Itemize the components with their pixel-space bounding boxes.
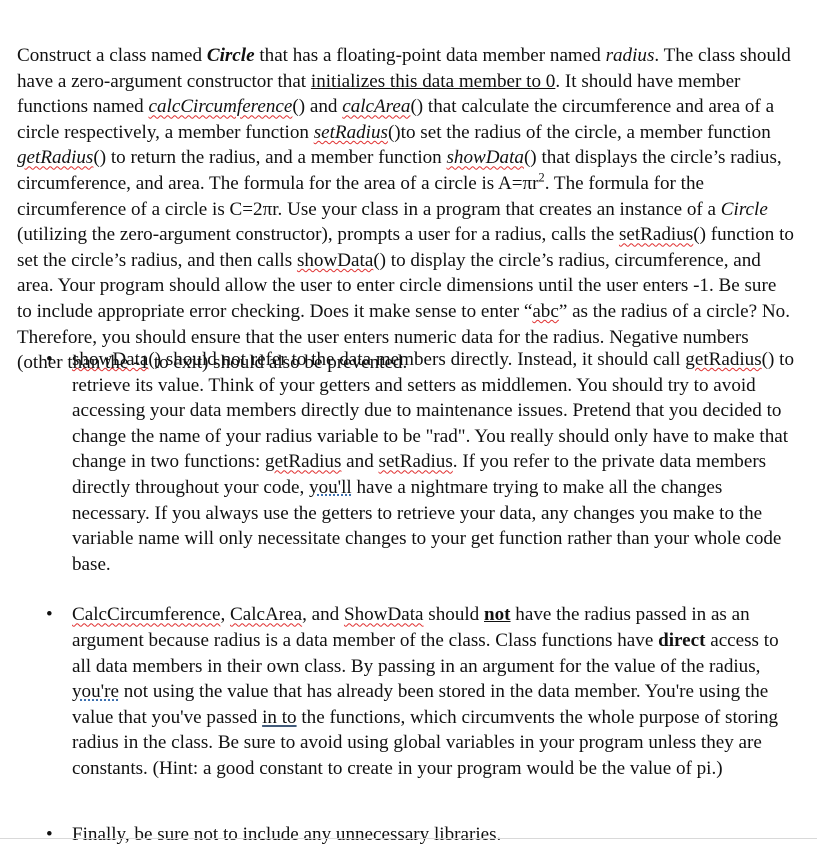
- function-name-setradius: setRadius: [378, 451, 453, 473]
- function-name-getradius: getRadius: [17, 147, 94, 169]
- function-name-getradius: getRadius: [685, 349, 762, 370]
- requirements-bullet-list: • showData() should not refer to the data…: [0, 347, 800, 847]
- text-run: Finally, be sure not to include any unne…: [72, 823, 502, 845]
- underlined-phrase-initializes: initializes this data member to 0: [310, 70, 556, 92]
- text-run: ()to set the radius of the circle, a mem…: [387, 121, 771, 143]
- text-run: () to return the radius, and a member fu…: [93, 147, 447, 169]
- text-run: ,: [220, 604, 230, 626]
- assignment-description-paragraph: Construct a class named Circle that has …: [17, 43, 794, 376]
- page-bottom-divider: [0, 838, 817, 839]
- phrase-in-to: in to: [262, 706, 297, 728]
- function-name-calccircumference: calcCircumference: [148, 96, 293, 118]
- class-name-circle: Circle: [206, 45, 255, 67]
- function-name-calcarea: CalcArea: [229, 604, 303, 626]
- member-name-radius: radius: [605, 45, 655, 67]
- emphasis-not: not: [484, 604, 511, 626]
- list-item: • showData() should not refer to the data…: [0, 347, 800, 577]
- function-name-showdata: showData: [446, 147, 524, 169]
- bullet-dot-icon: •: [46, 349, 53, 370]
- function-name-setradius: setRadius: [313, 121, 388, 143]
- document-page: Construct a class named Circle that has …: [0, 0, 817, 847]
- word-youre: you're: [72, 681, 119, 703]
- bullet-dot-icon: •: [46, 823, 53, 845]
- word-abc: abc: [532, 301, 559, 323]
- function-name-getradius-2: getRadius: [265, 451, 342, 473]
- word-youll: you'll: [309, 476, 352, 498]
- text-run: that has a floating-point data member na…: [254, 45, 606, 67]
- bullet-dot-icon: •: [46, 604, 53, 626]
- text-run: () should not refer to the data members …: [148, 349, 686, 370]
- text-run: () and: [292, 96, 343, 118]
- emphasis-direct: direct: [658, 629, 706, 651]
- text-run: (utilizing the zero-argument constructor…: [17, 224, 619, 246]
- function-name-calcarea: calcArea: [342, 96, 411, 118]
- text-run: should: [423, 604, 484, 626]
- text-run: , and: [302, 604, 344, 626]
- function-name-calccircumference: CalcCircumference: [72, 604, 221, 626]
- text-run: and: [341, 451, 379, 473]
- function-name-setradius-2: setRadius: [618, 224, 694, 246]
- list-item: • Finally, be sure not to include any unn…: [0, 822, 800, 847]
- text-run: Construct a class named: [17, 45, 207, 67]
- function-name-showdata: ShowData: [343, 604, 424, 626]
- list-item: • CalcCircumference, CalcArea, and ShowDa…: [0, 602, 800, 781]
- class-name-circle-2: Circle: [720, 198, 768, 220]
- function-name-showdata-2: showData: [296, 249, 374, 271]
- function-name-showdata: showData: [72, 349, 149, 370]
